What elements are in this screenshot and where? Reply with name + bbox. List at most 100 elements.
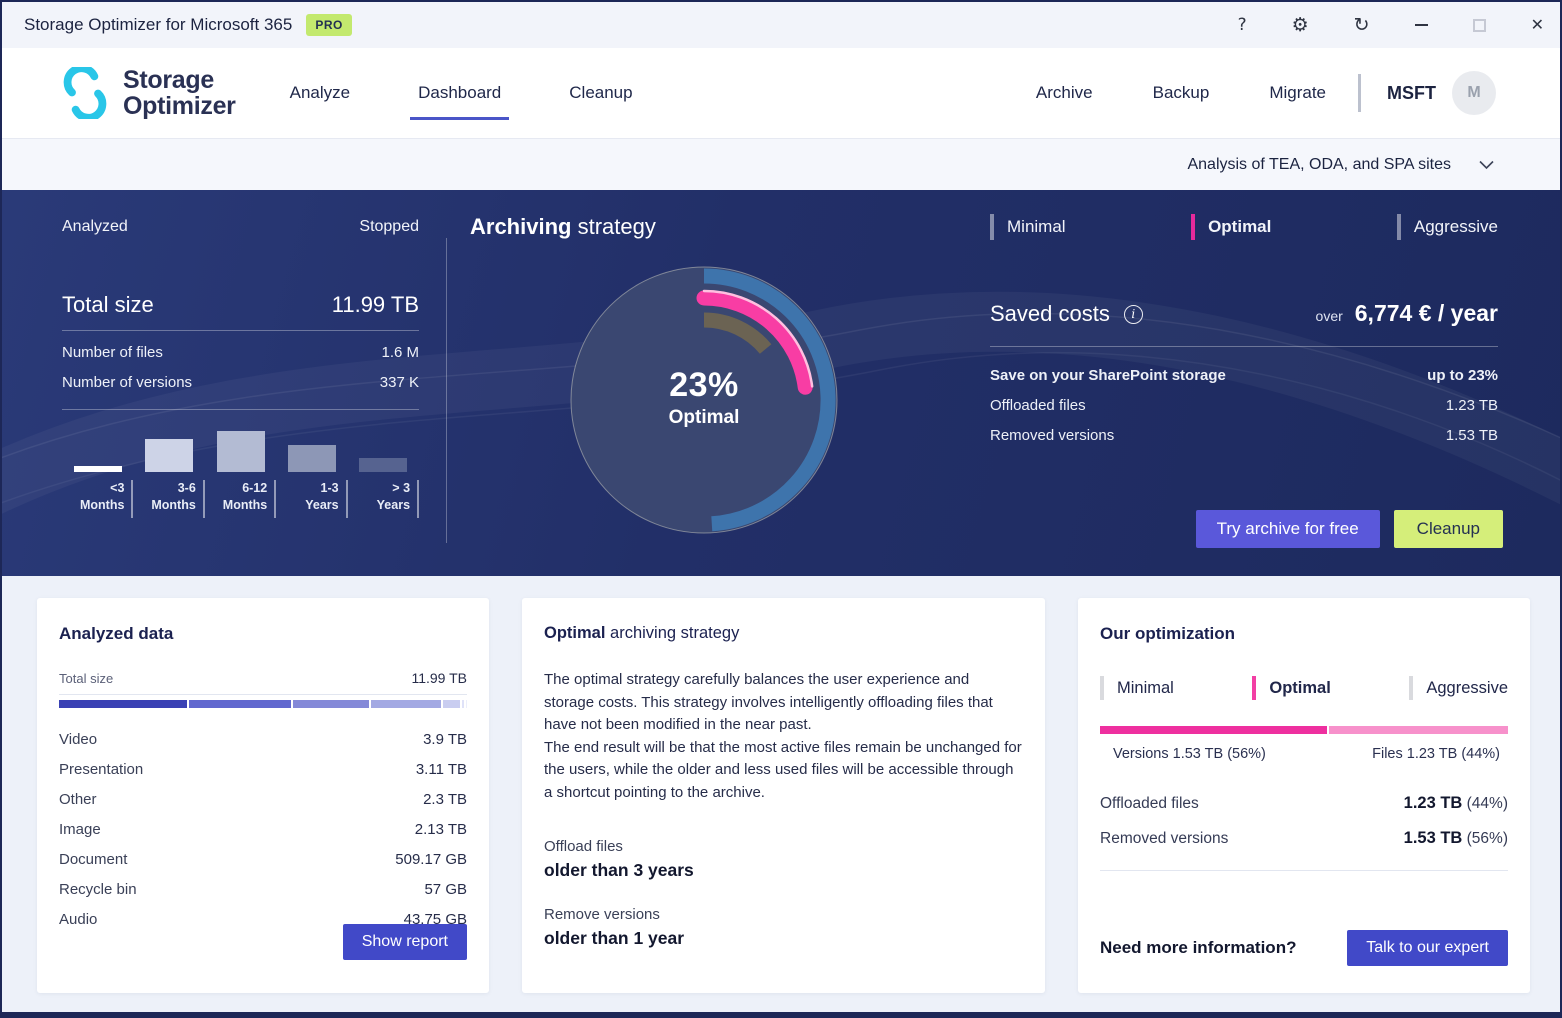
row-value-bold: 1.23 TB: [1403, 794, 1463, 812]
avatar[interactable]: M: [1452, 71, 1496, 115]
settings-gear-icon[interactable]: ⚙: [1292, 15, 1309, 35]
age-bar-label: 1-3 Years: [276, 480, 348, 518]
offload-files-setting: Offload files older than 3 years: [544, 838, 1023, 881]
avatar-initial: M: [1467, 84, 1481, 101]
age-bar-group: 1-3 Years: [276, 426, 348, 518]
saved-costs-stats: Save on your SharePoint storage up to 23%…: [990, 360, 1498, 450]
saved-cost-row: Save on your SharePoint storage up to 23%: [990, 360, 1498, 390]
nav-item-backup[interactable]: Backup: [1151, 79, 1212, 107]
row-value-bold: 1.53 TB: [1403, 829, 1463, 847]
app-title: Storage Optimizer for Microsoft 365: [24, 15, 293, 34]
nav-divider: [1358, 74, 1361, 112]
offload-files-value: older than 3 years: [544, 860, 694, 880]
opt-tab-aggressive[interactable]: Aggressive: [1409, 676, 1508, 700]
stat-label: Removed versions: [990, 426, 1115, 444]
need-info-label: Need more information?: [1100, 938, 1297, 957]
divider: [1100, 870, 1508, 871]
row-value: 2.3 TB: [423, 790, 467, 808]
age-bar: [73, 466, 122, 472]
nav-item-dashboard[interactable]: Dashboard: [410, 79, 510, 120]
row-value: 2.13 TB: [414, 820, 467, 838]
row-label: Image: [59, 820, 101, 838]
brand-line2: Optimizer: [123, 92, 236, 120]
show-report-button[interactable]: Show report: [342, 924, 467, 960]
bar-segment: [1329, 726, 1508, 734]
tab-indicator-bar: [1252, 676, 1257, 700]
row-label: Offloaded files: [1100, 794, 1199, 812]
remove-versions-label: Remove versions: [544, 906, 660, 923]
saved-costs-label: Saved costs: [990, 301, 1110, 326]
optimization-split-bar: [1100, 726, 1508, 734]
table-row: Removed versions 1.53 TB (56%): [1100, 821, 1508, 856]
tab-optimal[interactable]: Optimal: [1191, 214, 1271, 240]
maximize-icon[interactable]: [1472, 18, 1486, 32]
minimize-icon[interactable]: [1414, 24, 1428, 26]
vertical-divider: [446, 238, 447, 543]
row-value: 3.11 TB: [415, 760, 467, 778]
age-bar-zone: [62, 426, 133, 472]
bar-segment: [1100, 726, 1328, 734]
total-size-label: Total size: [62, 292, 154, 317]
refresh-icon[interactable]: ↻: [1354, 15, 1370, 35]
subheader: Analysis of TEA, ODA, and SPA sites: [2, 138, 1560, 190]
table-row: Document 509.17 GB: [59, 844, 467, 874]
tab-label: Minimal: [1007, 217, 1066, 236]
age-bar-zone: [205, 426, 276, 472]
donut-percent: 23%: [669, 366, 739, 404]
table-row: Other 2.3 TB: [59, 784, 467, 814]
divider: [59, 694, 467, 695]
row-value: 509.17 GB: [395, 850, 467, 868]
table-row: Offloaded files 1.23 TB (44%): [1100, 786, 1508, 821]
stat-label: Number of versions: [62, 373, 193, 391]
tab-indicator-bar: [1191, 214, 1196, 240]
opt-tab-minimal[interactable]: Minimal: [1100, 676, 1174, 700]
bar-segment: [189, 700, 292, 708]
row-value: 1.53 TB (56%): [1404, 829, 1508, 848]
opt-tab-optimal[interactable]: Optimal: [1252, 676, 1331, 700]
card-footer: Need more information? Talk to our exper…: [1100, 930, 1508, 966]
row-label: Removed versions: [1100, 829, 1229, 847]
donut-strategy-label: Optimal: [668, 407, 740, 428]
site-selector[interactable]: Analysis of TEA, ODA, and SPA sites: [1187, 156, 1494, 174]
analyzed-title: Analyzed: [62, 218, 128, 235]
total-size-value: 11.99 TB: [331, 292, 419, 317]
optimization-stats: Offloaded files 1.23 TB (44%) Removed vers…: [1100, 786, 1508, 856]
maximize-glyph: [1472, 18, 1486, 32]
tab-minimal[interactable]: Minimal: [990, 214, 1066, 240]
our-optimization-card: Our optimization Minimal Optimal Aggressiv…: [1078, 598, 1530, 993]
tab-aggressive[interactable]: Aggressive: [1396, 214, 1498, 240]
strategy-info-card: Optimal archiving strategy The optimal s…: [522, 598, 1045, 993]
versions-split-label: Versions 1.53 TB (56%): [1113, 746, 1266, 762]
age-bar: [287, 445, 336, 472]
hero-section: Analyzed Stopped Total size 11.99 TB Num…: [2, 190, 1560, 576]
strategy-paragraph-1: The optimal strategy carefully balances …: [544, 671, 993, 733]
talk-to-expert-button[interactable]: Talk to our expert: [1347, 930, 1508, 966]
age-bar-label: 6-12 Months: [205, 480, 277, 518]
nav-item-migrate[interactable]: Migrate: [1267, 79, 1328, 107]
strategy-paragraph-2: The end result will be that the most act…: [544, 738, 1022, 801]
info-icon[interactable]: i: [1123, 304, 1143, 324]
age-bar-group: 3-6 Months: [133, 426, 205, 518]
help-icon[interactable]: ?: [1238, 16, 1247, 34]
cleanup-button[interactable]: Cleanup: [1393, 510, 1503, 548]
row-label: Other: [59, 790, 97, 808]
nav-item-analyze[interactable]: Analyze: [288, 79, 352, 107]
close-icon[interactable]: ✕: [1531, 17, 1544, 33]
bar-segment: [442, 700, 460, 708]
nav-item-archive[interactable]: Archive: [1034, 79, 1095, 107]
nav-item-cleanup[interactable]: Cleanup: [567, 79, 634, 107]
try-archive-button[interactable]: Try archive for free: [1195, 510, 1380, 548]
stat-value: 1.6 M: [381, 343, 419, 361]
table-row: Recycle bin 57 GB: [59, 874, 467, 904]
row-value: 3.9 TB: [423, 730, 467, 748]
site-selector-label: Analysis of TEA, ODA, and SPA sites: [1187, 155, 1451, 173]
stat-value: 337 K: [379, 373, 419, 391]
stat-value: 1.23 TB: [1445, 396, 1498, 414]
archiving-strategy-title-rest: strategy: [571, 214, 656, 239]
divider: [62, 409, 419, 410]
pro-badge: PRO: [306, 14, 352, 36]
age-bar-label: <3 Months: [62, 480, 134, 518]
cards-row: Analyzed data Total size 11.99 TB Video 3…: [2, 576, 1560, 1012]
saved-cost-row: Offloaded files 1.23 TB: [990, 390, 1498, 420]
age-bar-group: > 3 Years: [348, 426, 420, 518]
